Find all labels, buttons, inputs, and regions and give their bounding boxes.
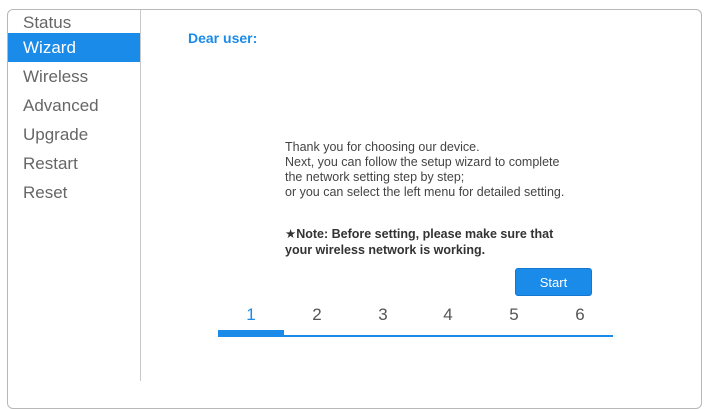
intro-text: Thank you for choosing our device. Next,…	[285, 140, 564, 200]
step-2: 2	[312, 305, 322, 324]
intro-line: or you can select the left menu for deta…	[285, 185, 565, 199]
note-line: your wireless network is working.	[285, 243, 486, 257]
step-3: 3	[378, 305, 388, 324]
intro-line: Thank you for choosing our device.	[285, 140, 480, 154]
sidebar-item-advanced[interactable]: Advanced	[8, 91, 140, 120]
intro-line: Next, you can follow the setup wizard to…	[285, 155, 560, 169]
greeting-heading: Dear user:	[188, 30, 258, 46]
sidebar-item-wizard[interactable]: Wizard	[8, 33, 140, 62]
start-button[interactable]: Start	[515, 268, 592, 296]
setup-note: ★Note: Before setting, please make sure …	[285, 226, 553, 258]
intro-line: the network setting step by step;	[285, 170, 465, 184]
sidebar-item-wireless[interactable]: Wireless	[8, 62, 140, 91]
sidebar-menu: Status Wizard Wireless Advanced Upgrade …	[8, 10, 141, 381]
step-6: 6	[575, 305, 585, 324]
note-line: ★Note: Before setting, please make sure …	[285, 227, 554, 241]
step-4: 4	[443, 305, 453, 324]
step-5: 5	[509, 305, 519, 324]
sidebar-item-reset[interactable]: Reset	[8, 178, 140, 207]
step-1: 1	[246, 305, 256, 324]
current-step-marker	[218, 330, 284, 337]
sidebar-item-status[interactable]: Status	[8, 10, 140, 33]
sidebar-item-upgrade[interactable]: Upgrade	[8, 120, 140, 149]
sidebar-item-restart[interactable]: Restart	[8, 149, 140, 178]
wizard-step-indicator: 1 2 3 4 5 6	[218, 304, 613, 338]
